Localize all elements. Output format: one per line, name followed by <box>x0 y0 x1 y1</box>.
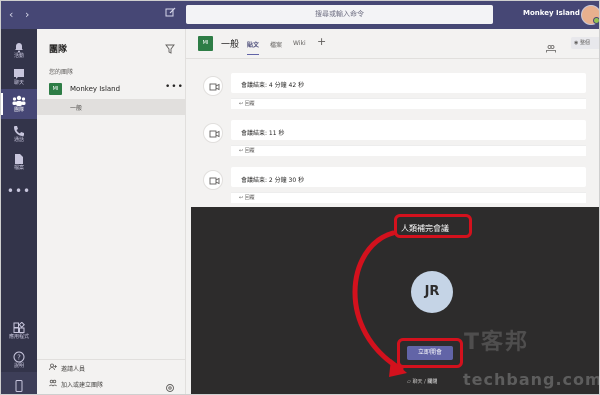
gear-icon[interactable] <box>165 378 175 392</box>
view-button[interactable]: ◉ 整個 <box>571 37 599 49</box>
more-options-icon[interactable]: ••• <box>165 82 184 92</box>
teams-panel: 團隊 您的團隊 MI Monkey Island ••• 一般 邀請人員 加入或… <box>37 29 186 394</box>
rail-label: 團隊 <box>13 107 24 113</box>
message-text: 會議結束: 2 分鐘 30 秒 <box>241 177 305 184</box>
rail-item-chat[interactable]: 聊天 <box>1 62 37 92</box>
bell-icon <box>1 38 37 53</box>
team-members-icon[interactable] <box>546 38 556 57</box>
chat-icon: ▱ <box>407 379 411 385</box>
top-bar: ‹ › 搜尋或輸入命令 Monkey Island ⌄ <box>1 1 599 29</box>
more-apps-icon[interactable]: ••• <box>1 184 37 198</box>
meeting-icon <box>203 123 223 143</box>
presence-indicator <box>593 17 599 24</box>
rail-item-files[interactable]: 檔案 <box>1 147 37 177</box>
view-label: 整個 <box>579 40 590 46</box>
message-text: 會議結束: 11 秒 <box>241 130 285 137</box>
message-text: 會議結束: 4 分鐘 42 秒 <box>241 82 305 89</box>
tab-posts[interactable]: 貼文 <box>247 40 260 55</box>
panel-title: 團隊 <box>49 45 68 55</box>
meeting-icon <box>203 170 223 190</box>
rail-item-teams[interactable]: 團隊 <box>1 89 37 119</box>
start-meeting-button[interactable]: 立即開會 <box>407 346 453 360</box>
channel-name: 一般 <box>70 105 83 112</box>
meeting-icon <box>203 76 223 96</box>
back-arrow-icon[interactable]: ‹ <box>9 7 13 23</box>
chevron-down-icon[interactable]: ⌄ <box>568 8 574 16</box>
apps-icon <box>1 319 37 333</box>
channel-header: MI 一般 貼文 檔案 Wiki + <box>186 29 599 59</box>
search-input[interactable]: 搜尋或輸入命令 <box>186 5 493 24</box>
add-person-icon <box>49 363 61 377</box>
close-link[interactable]: 關閉 <box>427 379 437 385</box>
svg-text:?: ? <box>17 354 21 362</box>
message-card: 會議結束: 2 分鐘 30 秒 <box>231 167 586 187</box>
chat-icon <box>1 65 37 79</box>
channel-title: 一般 <box>221 40 240 50</box>
watermark-url: techbang.com <box>463 370 600 389</box>
filter-icon[interactable] <box>165 39 177 54</box>
rail-item-device[interactable] <box>1 372 37 394</box>
reply-button[interactable]: ↩ 回覆 <box>231 98 586 109</box>
invite-people-link[interactable]: 邀請人員 <box>49 363 85 377</box>
team-row[interactable]: MI Monkey Island ••• <box>37 79 186 99</box>
channel-item-general[interactable]: 一般 <box>37 99 186 115</box>
panel-footer: 邀請人員 加入或建立團隊 <box>37 359 186 394</box>
rail-label: 活動 <box>13 53 24 59</box>
help-icon: ? <box>1 348 37 363</box>
chat-toggle[interactable]: ▱ 聊天 <box>407 379 422 385</box>
rail-label: 說明 <box>13 363 24 369</box>
tab-wiki[interactable]: Wiki <box>293 40 306 47</box>
teams-window: ‹ › 搜尋或輸入命令 Monkey Island ⌄ 活動 聊天 團隊 通話 … <box>0 0 600 395</box>
join-label: 加入或建立團隊 <box>61 382 104 389</box>
tab-files[interactable]: 檔案 <box>270 40 282 49</box>
compose-icon[interactable] <box>165 7 179 21</box>
rail-item-apps[interactable]: 應用程式 <box>1 316 37 346</box>
meeting-footer: ▱ 聊天 / 關閉 <box>407 378 437 385</box>
teams-icon <box>1 92 37 106</box>
message-card: 會議結束: 11 秒 <box>231 120 586 140</box>
rail-label: 應用程式 <box>8 334 29 340</box>
files-icon <box>1 150 37 164</box>
meeting-panel: 人類補完會議 JR 立即開會 ▱ 聊天 / 關閉 <box>191 207 599 394</box>
invite-label: 邀請人員 <box>61 366 86 373</box>
message-feed: 會議結束: 4 分鐘 42 秒 ↩ 回覆 會議結束: 11 秒 ↩ 回覆 會議結… <box>186 59 599 207</box>
avatar: JR <box>411 271 453 313</box>
add-tab-button[interactable]: + <box>317 35 326 48</box>
team-name: Monkey Island <box>70 85 121 93</box>
section-label: 您的團隊 <box>49 69 74 76</box>
chat-label: 聊天 <box>412 379 423 385</box>
forward-arrow-icon[interactable]: › <box>25 7 29 23</box>
channel-badge: MI <box>198 36 213 51</box>
app-rail: 活動 聊天 團隊 通話 檔案 ••• 應用程式 ? 說明 <box>1 29 37 394</box>
meeting-title[interactable]: 人類補完會議 <box>401 223 449 234</box>
phone-icon <box>1 122 37 136</box>
separator: / <box>424 379 426 385</box>
eye-icon: ◉ <box>574 40 579 46</box>
watermark-logo: T客邦 <box>464 330 530 355</box>
join-create-team-link[interactable]: 加入或建立團隊 <box>49 379 103 393</box>
rail-item-activity[interactable]: 活動 <box>1 35 37 65</box>
reply-button[interactable]: ↩ 回覆 <box>231 192 586 203</box>
team-badge: MI <box>49 83 62 95</box>
rail-label: 通話 <box>13 137 24 143</box>
message-card: 會議結束: 4 分鐘 42 秒 <box>231 73 586 93</box>
reply-button[interactable]: ↩ 回覆 <box>231 145 586 156</box>
rail-label: 檔案 <box>13 165 24 171</box>
join-team-icon <box>49 379 61 393</box>
rail-item-calls[interactable]: 通話 <box>1 119 37 149</box>
rail-item-help[interactable]: ? 說明 <box>1 345 37 375</box>
mobile-icon <box>1 377 37 392</box>
rail-label: 聊天 <box>13 80 24 86</box>
